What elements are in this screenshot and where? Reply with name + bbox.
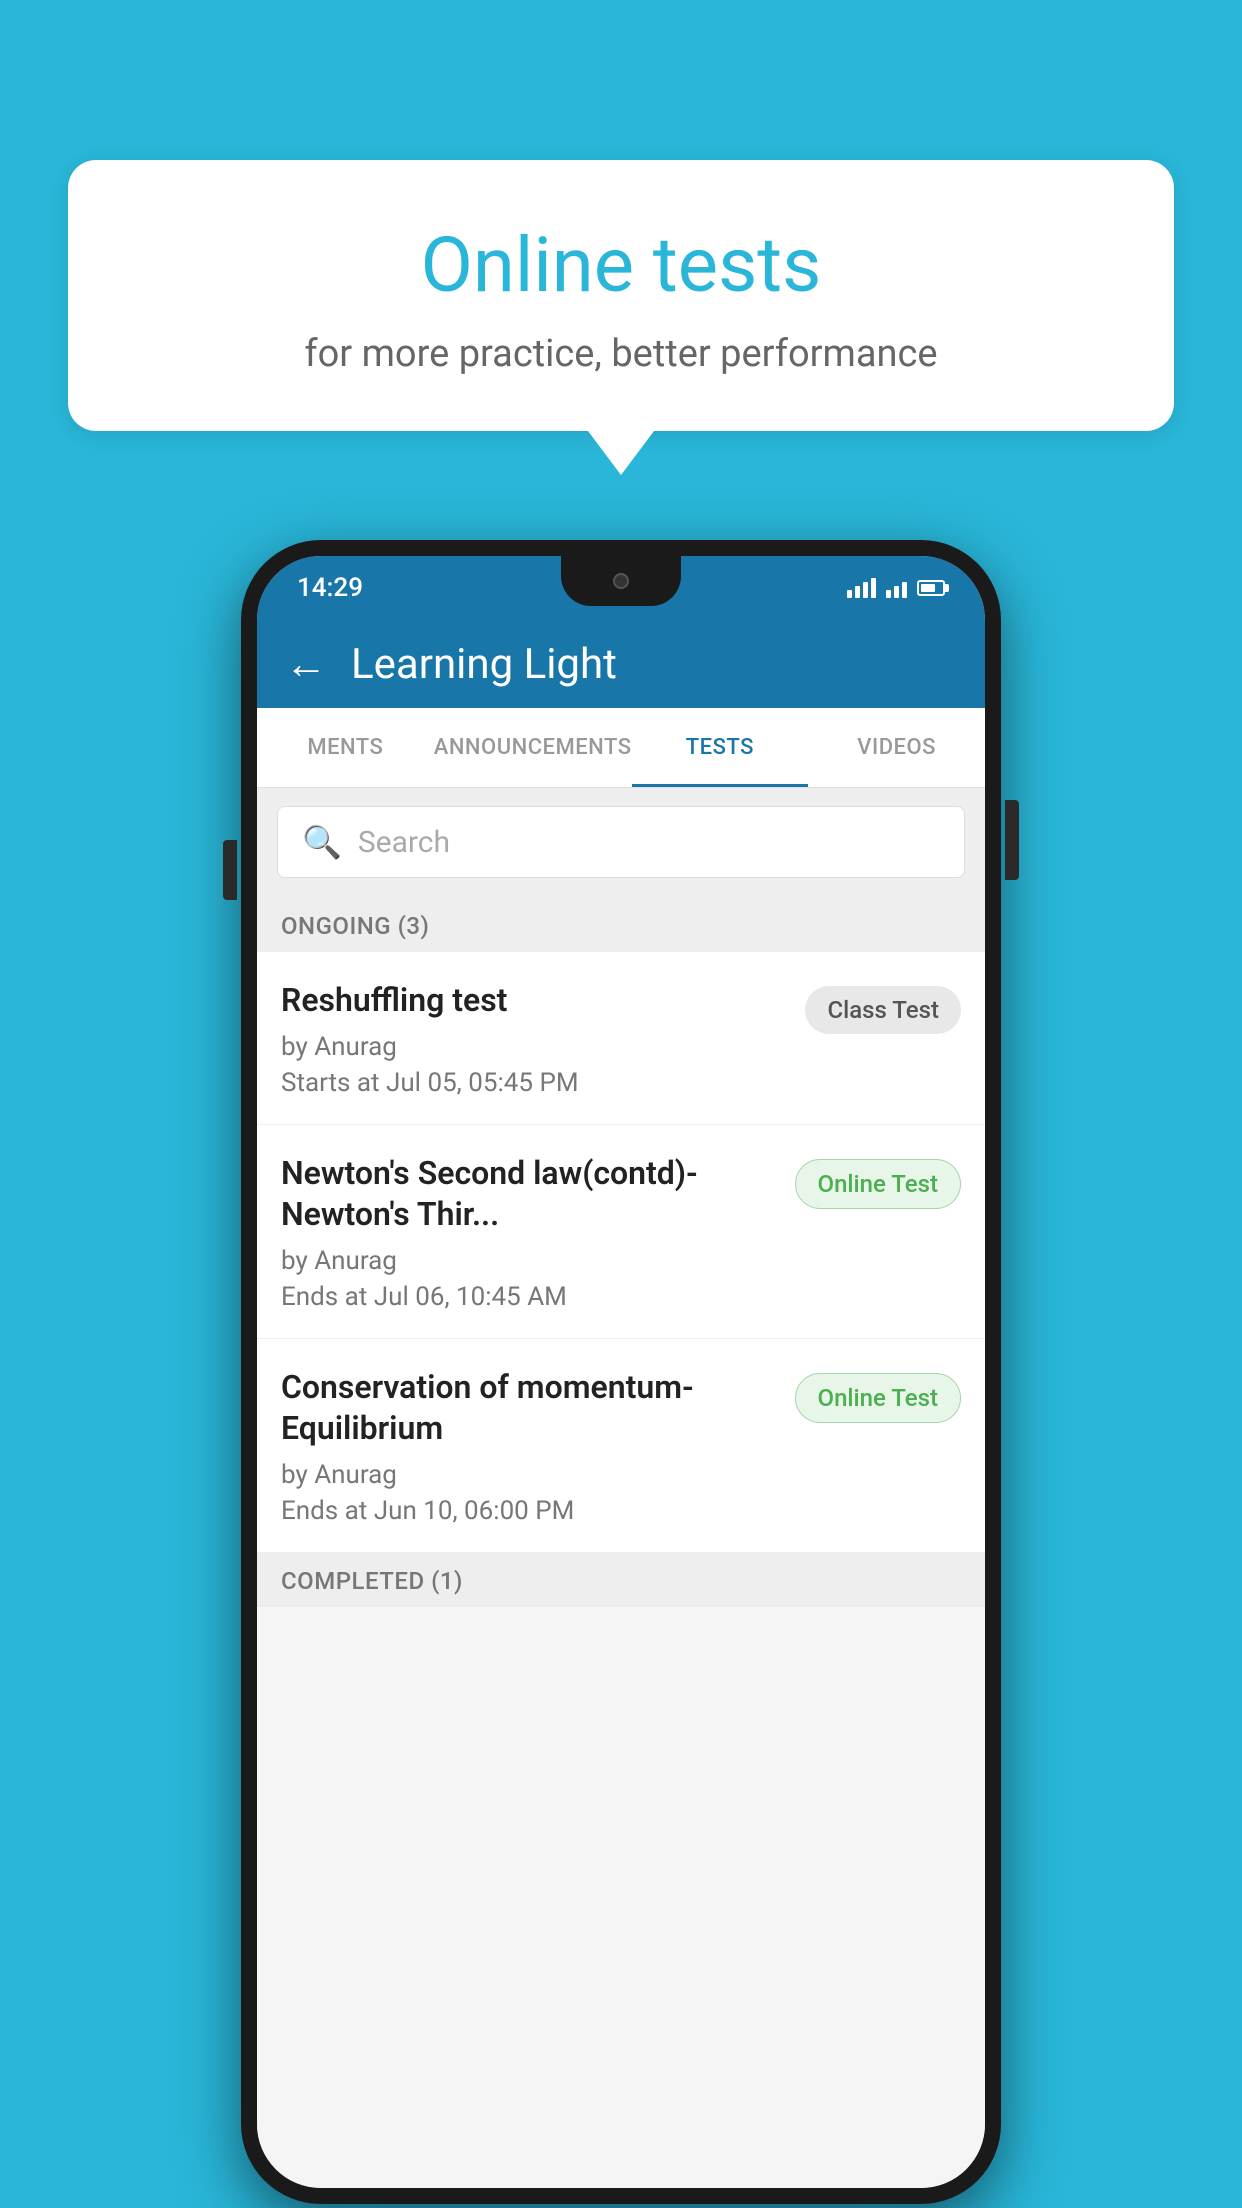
status-time: 14:29 <box>297 573 363 603</box>
test-item-reshuffling[interactable]: Reshuffling test by Anurag Starts at Jul… <box>257 952 985 1125</box>
tab-bar: MENTS ANNOUNCEMENTS TESTS VIDEOS <box>257 708 985 788</box>
wifi-icon <box>847 578 876 598</box>
status-bar: 14:29 <box>257 556 985 620</box>
tab-tests[interactable]: TESTS <box>632 708 809 787</box>
test-badge-3: Online Test <box>795 1373 961 1423</box>
content-area: 🔍 Search ONGOING (3) Reshuffling test by… <box>257 788 985 2188</box>
test-by-3: by Anurag <box>281 1460 775 1490</box>
completed-section-header: COMPLETED (1) <box>257 1553 985 1607</box>
phone-notch <box>561 556 681 606</box>
status-icons <box>847 578 945 598</box>
promo-bubble: Online tests for more practice, better p… <box>68 160 1174 431</box>
phone-device: 14:29 <box>241 540 1001 2204</box>
search-container: 🔍 Search <box>257 788 985 896</box>
test-item-content-3: Conservation of momentum-Equilibrium by … <box>281 1367 775 1526</box>
search-bar[interactable]: 🔍 Search <box>277 806 965 878</box>
tab-ments[interactable]: MENTS <box>257 708 434 787</box>
back-button[interactable]: ← <box>285 640 327 689</box>
phone-outer-frame: 14:29 <box>241 540 1001 2204</box>
test-name-1: Reshuffling test <box>281 980 785 1022</box>
test-item-content-2: Newton's Second law(contd)-Newton's Thir… <box>281 1153 775 1312</box>
test-item-content-1: Reshuffling test by Anurag Starts at Jul… <box>281 980 785 1098</box>
test-list: Reshuffling test by Anurag Starts at Jul… <box>257 952 985 1553</box>
test-by-1: by Anurag <box>281 1032 785 1062</box>
search-icon: 🔍 <box>302 823 342 861</box>
app-bar-title: Learning Light <box>351 640 617 689</box>
test-badge-2: Online Test <box>795 1159 961 1209</box>
battery-icon <box>917 580 945 596</box>
test-date-1: Starts at Jul 05, 05:45 PM <box>281 1068 785 1098</box>
camera-icon <box>613 573 629 589</box>
test-date-2: Ends at Jul 06, 10:45 AM <box>281 1282 775 1312</box>
ongoing-section-header: ONGOING (3) <box>257 896 985 952</box>
search-input[interactable]: Search <box>358 825 450 860</box>
completed-section-title: COMPLETED (1) <box>281 1567 463 1595</box>
phone-screen: 14:29 <box>257 556 985 2188</box>
tab-videos[interactable]: VIDEOS <box>808 708 985 787</box>
tab-announcements[interactable]: ANNOUNCEMENTS <box>434 708 632 787</box>
test-by-2: by Anurag <box>281 1246 775 1276</box>
test-item-conservation[interactable]: Conservation of momentum-Equilibrium by … <box>257 1339 985 1553</box>
test-badge-1: Class Test <box>805 986 961 1034</box>
test-name-3: Conservation of momentum-Equilibrium <box>281 1367 775 1450</box>
bubble-title: Online tests <box>118 220 1124 310</box>
ongoing-section-title: ONGOING (3) <box>281 912 429 940</box>
bubble-subtitle: for more practice, better performance <box>118 332 1124 376</box>
test-date-3: Ends at Jun 10, 06:00 PM <box>281 1496 775 1526</box>
test-item-newton[interactable]: Newton's Second law(contd)-Newton's Thir… <box>257 1125 985 1339</box>
test-name-2: Newton's Second law(contd)-Newton's Thir… <box>281 1153 775 1236</box>
signal-icon <box>886 578 907 598</box>
app-bar: ← Learning Light <box>257 620 985 708</box>
